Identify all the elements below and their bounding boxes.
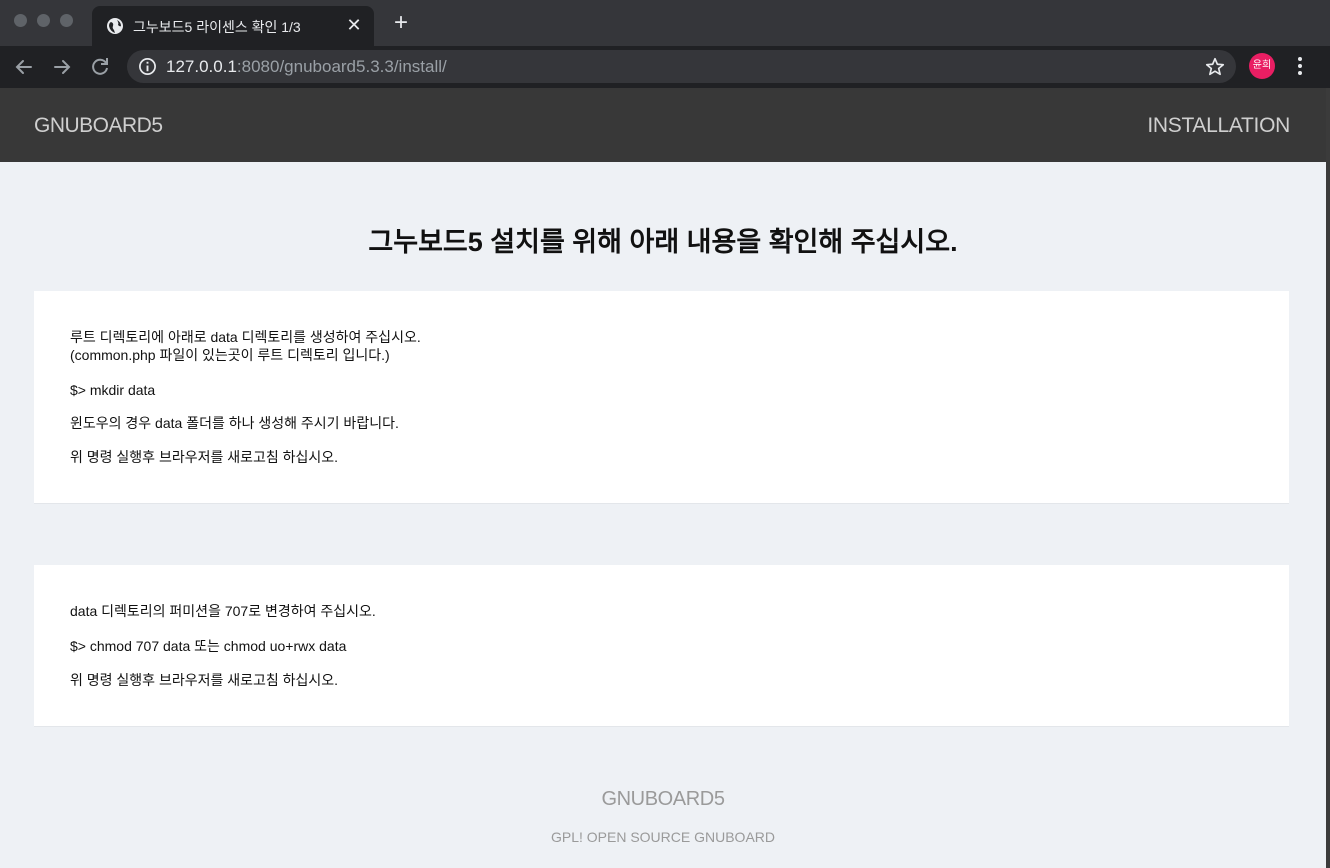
forward-arrow-icon[interactable] [50, 55, 74, 79]
site-header: GNUBOARD5 INSTALLATION [0, 88, 1326, 162]
window-edge [1326, 88, 1330, 868]
instruction-text: 윈도우의 경우 data 폴더를 하나 생성해 주시기 바랍니다. [70, 415, 399, 431]
new-tab-icon[interactable]: + [390, 11, 412, 35]
browser-tab-bar: 그누보드5 라이센스 확인 1/3 ✕ + [0, 0, 1330, 46]
tab-title: 그누보드5 라이센스 확인 1/3 [133, 19, 301, 35]
browser-toolbar: 127.0.0.1:8080/gnuboard5.3.3/install/ 윤희 [0, 46, 1330, 88]
globe-icon [107, 18, 123, 34]
address-bar[interactable]: 127.0.0.1:8080/gnuboard5.3.3/install/ [127, 50, 1236, 83]
page-viewport: GNUBOARD5 INSTALLATION 그누보드5 설치를 위해 아래 내… [0, 88, 1326, 868]
url-host: 127.0.0.1 [166, 57, 237, 76]
chmod-instructions-panel: data 디렉토리의 퍼미션을 707로 변경하여 주십시오. $> chmod… [34, 565, 1289, 727]
instruction-text: 위 명령 실행후 브라우저를 새로고침 하십시오. [70, 449, 339, 465]
instruction-text: (common.php 파일이 있는곳이 루트 디렉토리 입니다.) [70, 347, 390, 363]
url-text: 127.0.0.1:8080/gnuboard5.3.3/install/ [166, 57, 447, 77]
site-logo[interactable]: GNUBOARD5 [34, 114, 163, 138]
url-path: :8080/gnuboard5.3.3/install/ [236, 57, 447, 76]
instruction-text: data 디렉토리의 퍼미션을 707로 변경하여 주십시오. [70, 603, 376, 619]
command-text: $> mkdir data [70, 382, 156, 398]
instruction-text: 위 명령 실행후 브라우저를 새로고침 하십시오. [70, 672, 339, 688]
instruction-text: 루트 디렉토리에 아래로 data 디렉토리를 생성하여 주십시오. [70, 329, 421, 345]
browser-tab[interactable]: 그누보드5 라이센스 확인 1/3 ✕ [92, 6, 374, 46]
command-text: $> chmod 707 data 또는 chmod uo+rwx data [70, 638, 347, 654]
mkdir-instructions-panel: 루트 디렉토리에 아래로 data 디렉토리를 생성하여 주십시오. (comm… [34, 291, 1289, 504]
tab-close-icon[interactable]: ✕ [344, 15, 364, 35]
window-zoom-control[interactable] [60, 14, 73, 27]
installation-label: INSTALLATION [1147, 114, 1290, 137]
back-arrow-icon[interactable] [12, 55, 36, 79]
profile-avatar[interactable]: 윤희 [1249, 53, 1275, 79]
more-menu-icon[interactable] [1289, 54, 1311, 78]
window-minimize-control[interactable] [37, 14, 50, 27]
footer-logo: GNUBOARD5 [601, 788, 725, 810]
site-info-icon[interactable] [138, 57, 157, 76]
window-close-control[interactable] [14, 14, 27, 27]
reload-icon[interactable] [88, 55, 112, 79]
footer-tagline: GPL! OPEN SOURCE GNUBOARD [550, 829, 776, 845]
page-title: 그누보드5 설치를 위해 아래 내용을 확인해 주십시오. [368, 227, 958, 257]
bookmark-star-icon[interactable] [1204, 56, 1226, 78]
